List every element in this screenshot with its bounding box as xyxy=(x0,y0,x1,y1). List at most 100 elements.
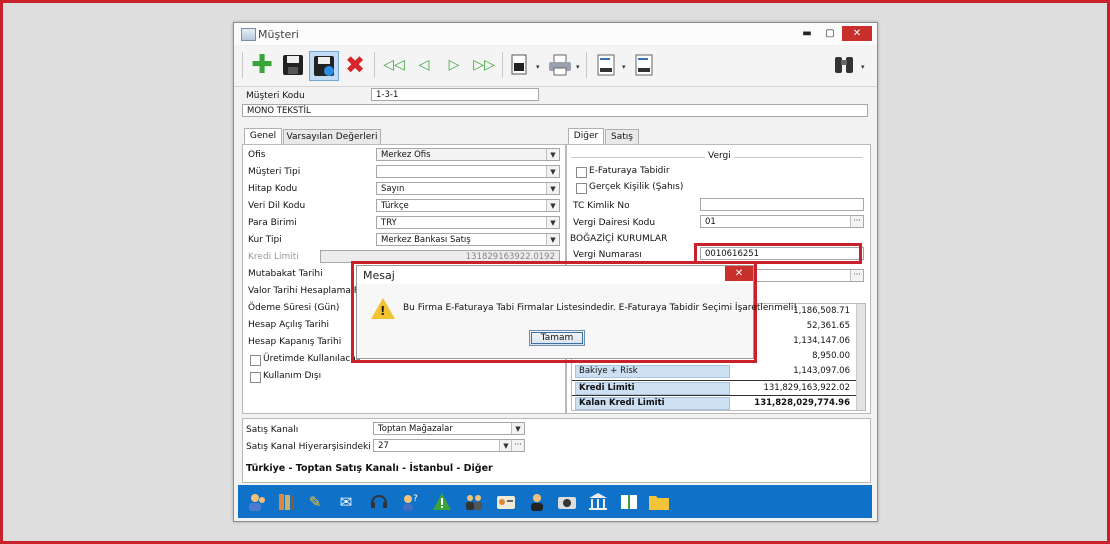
grid-value: 1,143,097.06 xyxy=(793,366,850,376)
kullanim-disi-checkbox[interactable] xyxy=(250,372,261,383)
report-dropdown[interactable]: ▾ xyxy=(622,63,626,71)
toolbar-separator xyxy=(374,52,375,78)
group-icon[interactable] xyxy=(463,491,485,513)
kur-tipi-value: Merkez Bankası Satış xyxy=(381,235,471,245)
last-icon[interactable]: ▷▷ xyxy=(470,51,498,79)
pencil-icon[interactable]: ✎ xyxy=(304,491,326,513)
report-icon[interactable] xyxy=(592,51,620,79)
chevron-down-icon[interactable]: ▼ xyxy=(546,234,559,245)
headset-icon[interactable] xyxy=(368,491,390,513)
kur-tipi-combo[interactable]: Merkez Bankası Satış ▼ xyxy=(376,233,560,246)
ok-button[interactable]: Tamam xyxy=(529,330,585,346)
veri-dil-kodu-label: Veri Dil Kodu xyxy=(248,201,306,211)
next-icon[interactable]: ▷ xyxy=(440,51,468,79)
hiyerarsi-combo[interactable]: 27 ▼ ··· xyxy=(373,439,525,452)
dialog-close-button[interactable]: ✕ xyxy=(725,266,753,281)
mail-icon[interactable]: ✉ xyxy=(335,491,357,513)
para-birimi-combo[interactable]: TRY ▼ xyxy=(376,216,560,229)
grid-value: 131,829,163,922.02 xyxy=(763,383,850,393)
chevron-down-icon[interactable]: ▼ xyxy=(546,183,559,194)
mutabakat-tarihi-label: Mutabakat Tarihi xyxy=(248,269,323,279)
toolbar-separator xyxy=(586,52,587,78)
vergi-dairesi-input[interactable]: 01 ··· xyxy=(700,215,864,228)
musteri-tipi-combo[interactable]: ▼ xyxy=(376,165,560,178)
hitap-kodu-combo[interactable]: Sayın ▼ xyxy=(376,182,560,195)
chevron-down-icon[interactable]: ▼ xyxy=(546,149,559,160)
warning-icon[interactable] xyxy=(431,491,453,513)
veri-dil-kodu-combo[interactable]: Türkçe ▼ xyxy=(376,199,560,212)
dialog-title: Mesaj xyxy=(363,269,395,282)
vergi-dairesi-value: 01 xyxy=(705,217,716,227)
customer-name-input[interactable]: MONO TEKSTİL xyxy=(242,104,868,117)
save-icon[interactable] xyxy=(279,51,307,79)
books-icon[interactable] xyxy=(275,491,297,513)
satis-kanali-label: Satış Kanalı xyxy=(246,425,299,435)
print-preview-dropdown[interactable]: ▾ xyxy=(536,63,540,71)
kur-tipi-label: Kur Tipi xyxy=(248,235,282,245)
ofis-combo[interactable]: Merkez Ofis ▼ xyxy=(376,148,560,161)
add-icon[interactable]: ✚ xyxy=(248,50,276,80)
efatura-checkbox[interactable] xyxy=(576,167,587,178)
tc-kimlik-input[interactable] xyxy=(700,198,864,211)
prev-icon[interactable]: ◁ xyxy=(410,51,438,79)
tab-varsayilan-degerleri[interactable]: Varsayılan Değerleri xyxy=(283,129,381,144)
gercek-kisilik-checkbox[interactable] xyxy=(576,183,587,194)
id-card-icon[interactable] xyxy=(495,491,517,513)
customer-code-label: Müşteri Kodu xyxy=(246,91,305,101)
bank-icon[interactable] xyxy=(587,491,609,513)
camera-icon[interactable] xyxy=(556,491,578,513)
help-user-icon[interactable]: ? xyxy=(399,491,421,513)
printer-icon[interactable] xyxy=(546,51,574,79)
odeme-suresi-label: Ödeme Süresi (Gün) xyxy=(248,303,340,313)
binoculars-dropdown[interactable]: ▾ xyxy=(861,63,865,71)
print-preview-icon[interactable] xyxy=(506,51,534,79)
ellipsis-icon[interactable]: ··· xyxy=(850,270,863,281)
efatura-label: E-Faturaya Tabidir xyxy=(589,166,670,176)
title-bar: Müşteri ▬ ▢ ✕ xyxy=(234,23,877,45)
chevron-down-icon[interactable]: ▼ xyxy=(546,166,559,177)
musteri-tipi-label: Müşteri Tipi xyxy=(248,167,301,177)
binoculars-icon[interactable] xyxy=(830,51,858,79)
grid-row: Kredi Limiti 131,829,163,922.02 xyxy=(572,380,862,396)
tab-satis[interactable]: Satış xyxy=(605,129,639,144)
ellipsis-icon[interactable]: ··· xyxy=(850,216,863,227)
book-open-icon[interactable] xyxy=(618,491,640,513)
customer-code-input[interactable]: 1-3-1 xyxy=(371,88,539,101)
grid-scrollbar[interactable] xyxy=(856,304,865,410)
grid-label: Bakiye + Risk xyxy=(575,365,730,378)
toolbar-grip xyxy=(242,52,243,78)
uretimde-checkbox[interactable] xyxy=(250,355,261,366)
grid-value: 131,828,029,774.96 xyxy=(754,398,850,408)
minimize-button[interactable]: ▬ xyxy=(796,26,818,41)
channel-path-text: Türkiye - Toptan Satış Kanalı - İstanbul… xyxy=(246,463,493,474)
chevron-down-icon[interactable]: ▼ xyxy=(546,200,559,211)
close-button[interactable]: ✕ xyxy=(842,26,872,41)
first-icon[interactable]: ◁◁ xyxy=(380,51,408,79)
hiyerarsi-value: 27 xyxy=(378,441,389,451)
printer-dropdown[interactable]: ▾ xyxy=(576,63,580,71)
grid-row: Kalan Kredi Limiti 131,828,029,774.96 xyxy=(572,395,862,410)
message-dialog: Mesaj ✕ ! Bu Firma E-Faturaya Tabi Firma… xyxy=(356,265,797,359)
gercek-kisilik-label: Gerçek Kişilik (Şahıs) xyxy=(589,182,684,192)
ofis-value: Merkez Ofis xyxy=(381,150,431,160)
vergi-dairesi-label: Vergi Dairesi Kodu xyxy=(573,218,656,228)
users-icon[interactable] xyxy=(246,491,268,513)
toolbar-separator xyxy=(502,52,503,78)
uretimde-label: Üretimde Kullanılacak xyxy=(263,354,362,364)
save-close-icon[interactable] xyxy=(309,51,339,81)
person-icon[interactable] xyxy=(526,491,548,513)
report-design-icon[interactable] xyxy=(630,51,658,79)
chevron-down-icon[interactable]: ▼ xyxy=(546,217,559,228)
satis-kanali-combo[interactable]: Toptan Mağazalar ▼ xyxy=(373,422,525,435)
tab-diger[interactable]: Diğer xyxy=(568,128,604,145)
chevron-down-icon[interactable]: ▼ xyxy=(511,423,524,434)
maximize-button[interactable]: ▢ xyxy=(819,26,841,41)
toolbar: ✚ ✖ ◁◁ ◁ ▷ ▷▷ ▾ ▾ ▾ ▾ xyxy=(234,46,877,87)
delete-icon[interactable]: ✖ xyxy=(341,51,369,79)
ellipsis-icon[interactable]: ··· xyxy=(511,440,524,451)
hesap-kapanis-label: Hesap Kapanış Tarihi xyxy=(248,337,342,347)
tab-genel[interactable]: Genel xyxy=(244,128,282,145)
para-birimi-label: Para Birimi xyxy=(248,218,297,228)
folder-icon[interactable] xyxy=(648,491,670,513)
dialog-message: Bu Firma E-Faturaya Tabi Firmalar Listes… xyxy=(403,303,798,313)
